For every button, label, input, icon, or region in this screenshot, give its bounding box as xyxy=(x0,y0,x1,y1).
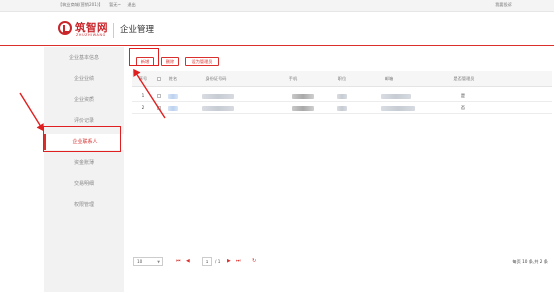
arrow-to-contacts-icon xyxy=(19,92,44,132)
annotation-arrows xyxy=(19,68,166,132)
arrow-to-add-button-icon xyxy=(133,68,166,119)
